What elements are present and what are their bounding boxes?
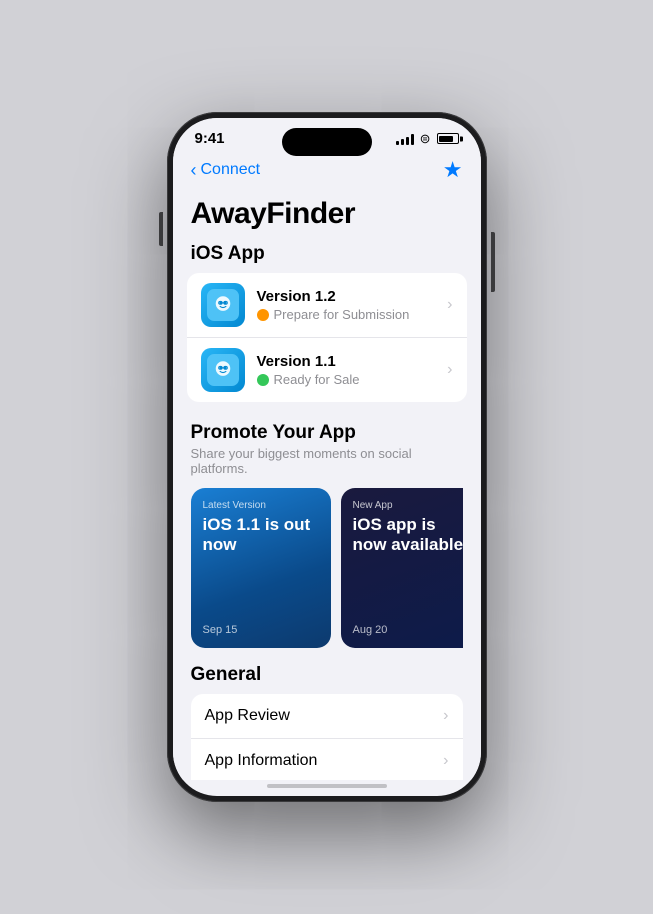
promo-card-2[interactable]: New App iOS app is now available Aug 20 bbox=[341, 488, 463, 648]
version-list: Version 1.2 Prepare for Submission › bbox=[187, 273, 467, 402]
general-menu-list: App Review › App Information › Ratings a… bbox=[191, 694, 463, 780]
chevron-app-review: › bbox=[443, 707, 448, 725]
promo-card-1-tag: Latest Version bbox=[203, 500, 319, 511]
promo-card-2-title: iOS app is now available bbox=[353, 515, 463, 556]
promo-card-1-date: Sep 15 bbox=[203, 624, 319, 636]
status-dot-orange bbox=[257, 309, 269, 321]
promo-card-2-date: Aug 20 bbox=[353, 624, 463, 636]
back-chevron-icon: ‹ bbox=[191, 161, 197, 179]
version-11-status-text: Ready for Sale bbox=[274, 372, 360, 387]
promote-title: Promote Your App bbox=[191, 422, 463, 444]
promo-cards: Latest Version iOS 1.1 is out now Sep 15… bbox=[191, 488, 463, 648]
signal-icon bbox=[396, 133, 414, 145]
version-11-number: Version 1.1 bbox=[257, 353, 448, 370]
version-12-status-text: Prepare for Submission bbox=[274, 307, 410, 322]
app-title-section: AwayFinder bbox=[173, 193, 481, 243]
menu-item-app-review[interactable]: App Review › bbox=[191, 694, 463, 739]
status-dot-green bbox=[257, 374, 269, 386]
app-icon-v12 bbox=[201, 283, 245, 327]
ios-app-section-header: iOS App bbox=[173, 243, 481, 273]
menu-item-app-info[interactable]: App Information › bbox=[191, 739, 463, 780]
version-11-status: Ready for Sale bbox=[257, 372, 448, 387]
version-12-info: Version 1.2 Prepare for Submission bbox=[257, 288, 448, 322]
chevron-right-icon: › bbox=[447, 296, 452, 314]
back-label: Connect bbox=[201, 161, 261, 179]
wifi-icon: ⊜ bbox=[420, 131, 431, 147]
home-indicator bbox=[267, 784, 387, 788]
phone-frame: 9:41 ⊜ ‹ Connect bbox=[167, 112, 487, 802]
back-button[interactable]: ‹ Connect bbox=[191, 161, 261, 179]
battery-icon bbox=[437, 133, 459, 144]
screen-content[interactable]: ‹ Connect ★ AwayFinder iOS App bbox=[173, 151, 481, 780]
chevron-right-icon-2: › bbox=[447, 361, 452, 379]
status-time: 9:41 bbox=[195, 130, 225, 147]
version-12-number: Version 1.2 bbox=[257, 288, 448, 305]
version-item-12[interactable]: Version 1.2 Prepare for Submission › bbox=[187, 273, 467, 338]
version-12-status: Prepare for Submission bbox=[257, 307, 448, 322]
phone-screen: 9:41 ⊜ ‹ Connect bbox=[173, 118, 481, 796]
version-11-info: Version 1.1 Ready for Sale bbox=[257, 353, 448, 387]
general-title: General bbox=[191, 664, 463, 686]
promo-card-2-tag: New App bbox=[353, 500, 463, 511]
general-section: General App Review › App Information › R… bbox=[173, 660, 481, 780]
version-item-11[interactable]: Version 1.1 Ready for Sale › bbox=[187, 338, 467, 402]
menu-item-app-info-label: App Information bbox=[205, 752, 318, 770]
chevron-app-info: › bbox=[443, 752, 448, 770]
nav-bar: ‹ Connect ★ bbox=[173, 151, 481, 193]
promote-subtitle: Share your biggest moments on social pla… bbox=[191, 446, 463, 476]
dynamic-island bbox=[282, 128, 372, 156]
promote-section: Promote Your App Share your biggest mome… bbox=[173, 418, 481, 660]
promo-card-1[interactable]: Latest Version iOS 1.1 is out now Sep 15 bbox=[191, 488, 331, 648]
promo-card-1-title: iOS 1.1 is out now bbox=[203, 515, 319, 556]
star-button[interactable]: ★ bbox=[443, 157, 463, 183]
app-name: AwayFinder bbox=[191, 197, 463, 231]
app-icon-v11 bbox=[201, 348, 245, 392]
menu-item-app-review-label: App Review bbox=[205, 707, 290, 725]
status-icons: ⊜ bbox=[396, 131, 459, 147]
